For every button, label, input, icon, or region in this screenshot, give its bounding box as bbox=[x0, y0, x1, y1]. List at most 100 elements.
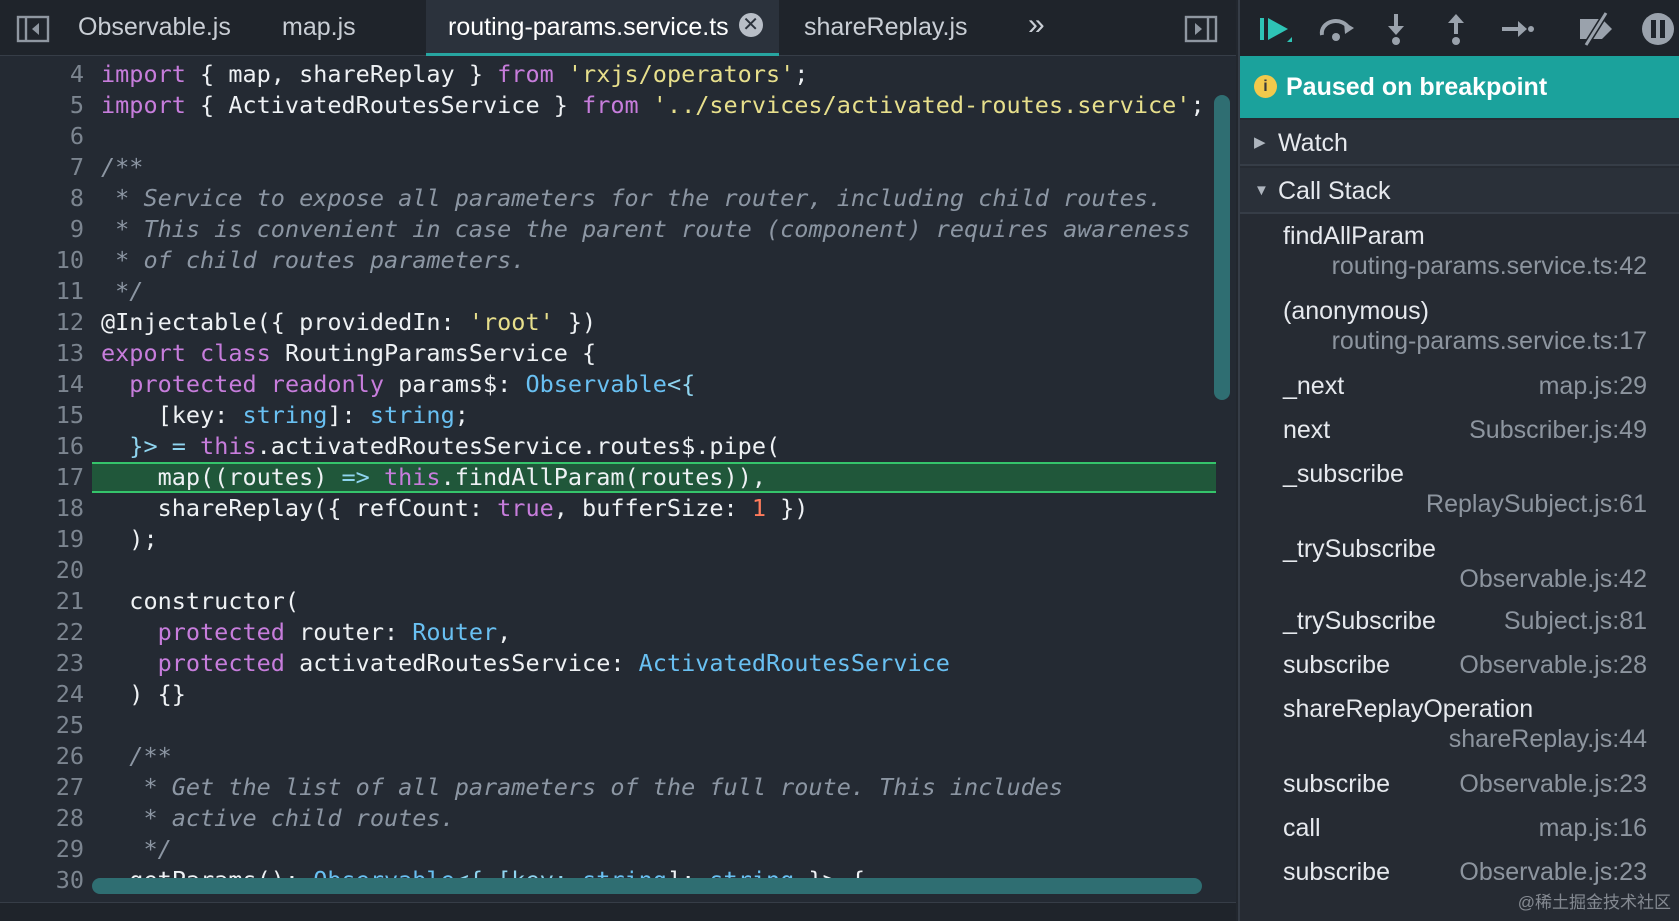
code-line[interactable]: 12 @Injectable({ providedIn: 'root' }) bbox=[0, 307, 1216, 338]
line-content: ) {} bbox=[101, 680, 186, 708]
tab-map-js[interactable]: map.js bbox=[260, 0, 378, 56]
code-line[interactable]: 4 import { map, shareReplay } from 'rxjs/… bbox=[0, 59, 1216, 90]
line-number[interactable]: 16 bbox=[0, 431, 84, 462]
stack-frame[interactable]: next Subscriber.js:49 bbox=[1240, 410, 1679, 454]
line-number[interactable]: 25 bbox=[0, 710, 84, 741]
resume-icon[interactable] bbox=[1254, 8, 1298, 50]
stack-frame[interactable]: _trySubscribe Observable.js:42 bbox=[1240, 529, 1679, 604]
frame-location[interactable]: routing-params.service.ts:17 bbox=[1332, 327, 1647, 356]
call-stack-list: findAllParam routing-params.service.ts:42… bbox=[1240, 216, 1679, 921]
frame-location[interactable]: map.js:16 bbox=[1539, 814, 1647, 843]
step-into-icon[interactable] bbox=[1374, 8, 1418, 50]
frame-location[interactable]: Subject.js:81 bbox=[1504, 607, 1647, 636]
frame-location[interactable]: ReplaySubject.js:61 bbox=[1426, 490, 1647, 519]
code-line[interactable]: 14 protected readonly params$: Observabl… bbox=[0, 369, 1216, 400]
line-number[interactable]: 9 bbox=[0, 214, 84, 245]
call-stack-section-header[interactable]: ▼ Call Stack bbox=[1240, 168, 1679, 214]
line-number[interactable]: 17 bbox=[0, 464, 84, 491]
code-line[interactable]: 20 bbox=[0, 555, 1216, 586]
line-number[interactable]: 4 bbox=[0, 59, 84, 90]
horizontal-scrollbar[interactable] bbox=[92, 878, 1202, 894]
stack-frame[interactable]: _next map.js:29 bbox=[1240, 366, 1679, 410]
close-tab-icon[interactable]: ✕ bbox=[738, 13, 763, 38]
code-line[interactable]: 9 * This is convenient in case the paren… bbox=[0, 214, 1216, 245]
line-number[interactable]: 26 bbox=[0, 741, 84, 772]
step-icon[interactable] bbox=[1494, 8, 1538, 50]
step-over-icon[interactable] bbox=[1314, 8, 1358, 50]
pause-on-exceptions-icon[interactable] bbox=[1636, 8, 1679, 50]
line-number[interactable]: 30 bbox=[0, 865, 84, 896]
code-line[interactable]: 29 */ bbox=[0, 834, 1216, 865]
code-line[interactable]: 7 /** bbox=[0, 152, 1216, 183]
code-line[interactable]: 6 bbox=[0, 121, 1216, 152]
line-number[interactable]: 29 bbox=[0, 834, 84, 865]
stack-frame[interactable]: shareReplayOperation shareReplay.js:44 bbox=[1240, 692, 1679, 767]
more-tabs-chevron-icon[interactable]: » bbox=[1028, 8, 1045, 42]
line-number[interactable]: 27 bbox=[0, 772, 84, 803]
deactivate-breakpoints-icon[interactable] bbox=[1574, 8, 1618, 50]
line-number[interactable]: 19 bbox=[0, 524, 84, 555]
code-line[interactable]: 15 [key: string]: string; bbox=[0, 400, 1216, 431]
code-line[interactable]: 24 ) {} bbox=[0, 679, 1216, 710]
vertical-scrollbar[interactable] bbox=[1214, 95, 1230, 400]
sidebar-collapse-right-icon[interactable] bbox=[1184, 14, 1218, 44]
sidebar-collapse-left-icon[interactable] bbox=[16, 14, 50, 44]
code-line[interactable]: 22 protected router: Router, bbox=[0, 617, 1216, 648]
frame-location[interactable]: Observable.js:23 bbox=[1459, 858, 1647, 887]
code-line-paused[interactable]: 17 map((routes) => this.findAllParam(rou… bbox=[56, 462, 1216, 493]
frame-location[interactable]: Observable.js:23 bbox=[1459, 770, 1647, 799]
code-line[interactable]: 11 */ bbox=[0, 276, 1216, 307]
line-content: * Get the list of all parameters of the … bbox=[101, 773, 1064, 801]
line-number[interactable]: 8 bbox=[0, 183, 84, 214]
code-line[interactable]: 21 constructor( bbox=[0, 586, 1216, 617]
line-number[interactable]: 21 bbox=[0, 586, 84, 617]
tab-sharereplay-js[interactable]: shareReplay.js bbox=[782, 0, 990, 56]
code-line[interactable]: 28 * active child routes. bbox=[0, 803, 1216, 834]
code-area[interactable]: 4 import { map, shareReplay } from 'rxjs/… bbox=[0, 58, 1236, 898]
tab-routing-params-service-ts[interactable]: routing-params.service.ts ✕ bbox=[426, 0, 779, 56]
stack-frame[interactable]: _trySubscribe Subject.js:81 bbox=[1240, 604, 1679, 648]
line-number[interactable]: 13 bbox=[0, 338, 84, 369]
code-line[interactable]: 10 * of child routes parameters. bbox=[0, 245, 1216, 276]
code-line[interactable]: 13 export class RoutingParamsService { bbox=[0, 338, 1216, 369]
tab-observable-js[interactable]: Observable.js bbox=[56, 0, 253, 56]
code-line[interactable]: 19 ); bbox=[0, 524, 1216, 555]
stack-frame[interactable]: subscribe Observable.js:23 bbox=[1240, 767, 1679, 811]
line-number[interactable]: 11 bbox=[0, 276, 84, 307]
stack-frame[interactable]: (anonymous) routing-params.service.ts:17 bbox=[1240, 291, 1679, 366]
frame-location[interactable]: Subscriber.js:49 bbox=[1469, 416, 1647, 445]
watch-section-header[interactable]: ▶ Watch bbox=[1240, 120, 1679, 166]
stack-frame[interactable]: subscribe Observable.js:28 bbox=[1240, 648, 1679, 692]
line-number[interactable]: 23 bbox=[0, 648, 84, 679]
frame-location[interactable]: Observable.js:42 bbox=[1459, 565, 1647, 594]
code-line[interactable]: 23 protected activatedRoutesService: Act… bbox=[0, 648, 1216, 679]
code-line[interactable]: 8 * Service to expose all parameters for… bbox=[0, 183, 1216, 214]
code-line[interactable]: 18 shareReplay({ refCount: true, bufferS… bbox=[0, 493, 1216, 524]
stack-frame[interactable]: _subscribe ReplaySubject.js:61 bbox=[1240, 454, 1679, 529]
stack-frame[interactable]: findAllParam routing-params.service.ts:42 bbox=[1240, 216, 1679, 291]
line-content: @Injectable({ providedIn: 'root' }) bbox=[101, 308, 597, 336]
code-line[interactable]: 26 /** bbox=[0, 741, 1216, 772]
line-number[interactable]: 12 bbox=[0, 307, 84, 338]
line-number[interactable]: 22 bbox=[0, 617, 84, 648]
line-number[interactable]: 14 bbox=[0, 369, 84, 400]
frame-location[interactable]: routing-params.service.ts:42 bbox=[1332, 252, 1647, 281]
code-line[interactable]: 25 bbox=[0, 710, 1216, 741]
line-number[interactable]: 7 bbox=[0, 152, 84, 183]
stack-frame[interactable]: call map.js:16 bbox=[1240, 811, 1679, 855]
code-line[interactable]: 16 }> = this.activatedRoutesService.rout… bbox=[0, 431, 1216, 462]
line-number[interactable]: 20 bbox=[0, 555, 84, 586]
line-number[interactable]: 28 bbox=[0, 803, 84, 834]
frame-location[interactable]: map.js:29 bbox=[1539, 372, 1647, 401]
line-number[interactable]: 15 bbox=[0, 400, 84, 431]
line-number[interactable]: 6 bbox=[0, 121, 84, 152]
frame-location[interactable]: shareReplay.js:44 bbox=[1449, 725, 1647, 754]
code-line[interactable]: 27 * Get the list of all parameters of t… bbox=[0, 772, 1216, 803]
frame-location[interactable]: Observable.js:28 bbox=[1459, 651, 1647, 680]
line-number[interactable]: 18 bbox=[0, 493, 84, 524]
line-number[interactable]: 5 bbox=[0, 90, 84, 121]
step-out-icon[interactable] bbox=[1434, 8, 1478, 50]
line-number[interactable]: 10 bbox=[0, 245, 84, 276]
code-line[interactable]: 5 import { ActivatedRoutesService } from … bbox=[0, 90, 1216, 121]
line-number[interactable]: 24 bbox=[0, 679, 84, 710]
